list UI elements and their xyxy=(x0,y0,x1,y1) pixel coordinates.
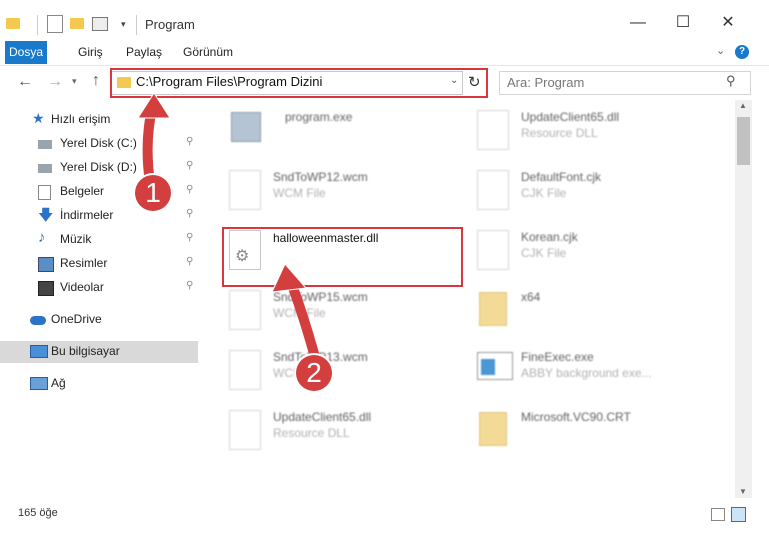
callout-2: 2 xyxy=(296,355,332,391)
callout-1: 1 xyxy=(135,175,171,211)
annotation-arrows xyxy=(137,92,323,373)
arrow-1 xyxy=(137,92,171,188)
arrow-2 xyxy=(271,263,323,373)
